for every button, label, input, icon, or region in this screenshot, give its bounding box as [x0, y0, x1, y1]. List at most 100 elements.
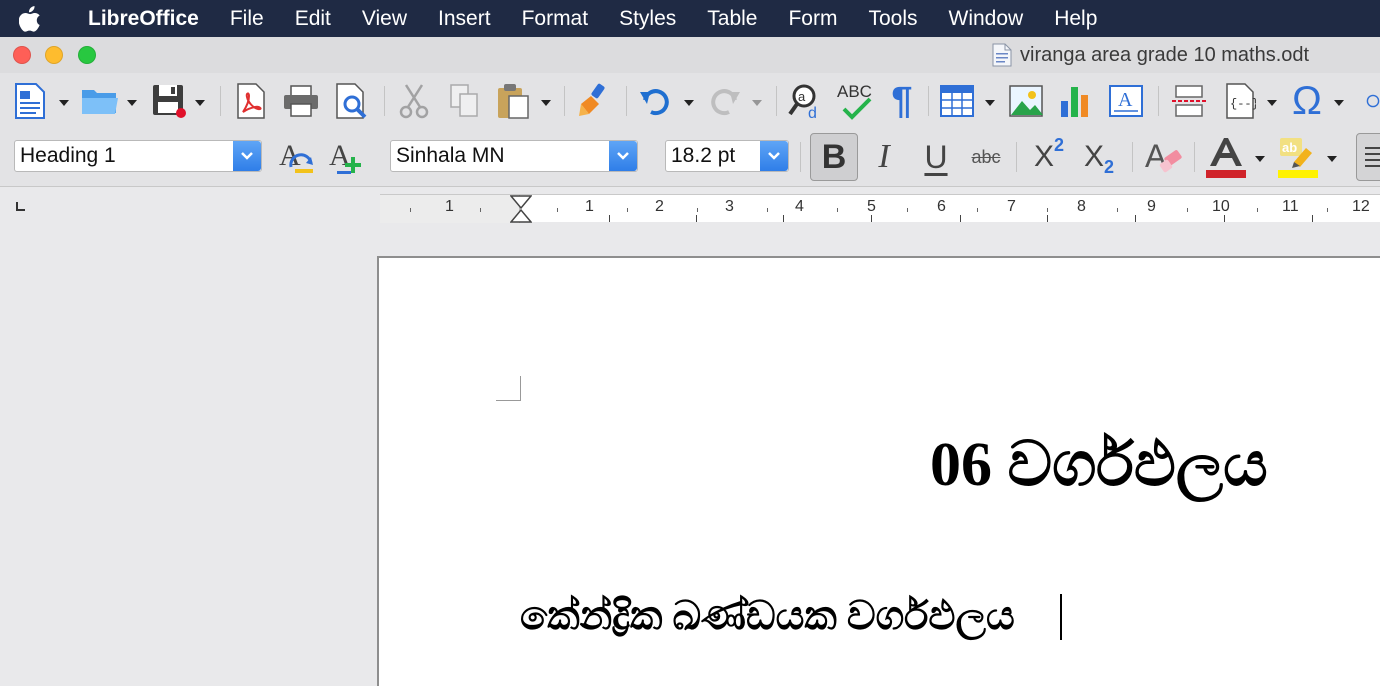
formatting-marks-icon[interactable]: ¶: [886, 79, 918, 123]
ruler-label: 1: [445, 198, 454, 215]
paragraph-style-combo[interactable]: Heading 1: [14, 140, 262, 172]
highlight-dropdown-icon[interactable]: [1327, 156, 1337, 162]
menu-tools[interactable]: Tools: [868, 7, 917, 31]
window-titlebar: viranga area grade 10 maths.odt: [0, 37, 1380, 73]
print-preview-icon[interactable]: [333, 79, 371, 123]
document-subheading[interactable]: කේන්ද්‍රික ඛණ්ඩයක වර්ගඵලය: [520, 592, 1015, 639]
menu-format[interactable]: Format: [522, 7, 589, 31]
menu-insert[interactable]: Insert: [438, 7, 491, 31]
strikethrough-button[interactable]: abc: [964, 133, 1008, 181]
new-dropdown-icon[interactable]: [59, 100, 69, 106]
close-window-button[interactable]: [13, 46, 31, 64]
ruler-label: 6: [937, 198, 946, 215]
text-cursor: [1060, 594, 1062, 640]
ruler-label: 10: [1212, 198, 1230, 215]
ruler-label: 9: [1147, 198, 1156, 215]
document-title: viranga area grade 10 maths.odt: [992, 43, 1309, 67]
undo-icon[interactable]: [638, 79, 674, 123]
special-character-icon[interactable]: Ω: [1288, 79, 1326, 123]
superscript-button[interactable]: X2: [1028, 133, 1070, 181]
find-replace-icon[interactable]: da: [788, 79, 826, 123]
insert-textbox-icon[interactable]: A: [1107, 79, 1145, 123]
paste-icon[interactable]: [495, 79, 531, 123]
document-file-icon: [992, 43, 1012, 67]
font-color-icon[interactable]: [1203, 133, 1249, 181]
svg-text:d: d: [808, 105, 817, 120]
paste-dropdown-icon[interactable]: [541, 100, 551, 106]
copy-icon[interactable]: [446, 79, 482, 123]
chevron-down-icon[interactable]: [760, 141, 788, 171]
standard-toolbar: da ABC ¶ A {--} Ω: [0, 73, 1380, 129]
font-name-combo[interactable]: Sinhala MN: [390, 140, 638, 172]
menu-form[interactable]: Form: [788, 7, 837, 31]
new-document-icon[interactable]: [12, 79, 48, 123]
print-icon[interactable]: [282, 79, 320, 123]
open-dropdown-icon[interactable]: [127, 100, 137, 106]
apple-menu-icon[interactable]: [0, 5, 60, 32]
clone-formatting-icon[interactable]: [575, 79, 611, 123]
redo-icon[interactable]: [706, 79, 742, 123]
zoom-window-button[interactable]: [78, 46, 96, 64]
bold-button[interactable]: B: [810, 133, 858, 181]
font-size-combo[interactable]: 18.2 pt: [665, 140, 789, 172]
ruler-label: 1: [585, 198, 594, 215]
highlight-color-icon[interactable]: ab: [1275, 133, 1321, 181]
new-style-icon[interactable]: A: [326, 133, 368, 181]
special-char-dropdown-icon[interactable]: [1334, 100, 1344, 106]
tab-stop-type-icon[interactable]: [16, 202, 25, 211]
underline-button[interactable]: U: [914, 133, 958, 181]
subscript-base: X: [1083, 140, 1104, 173]
font-size-value: 18.2 pt: [671, 144, 736, 167]
field-dropdown-icon[interactable]: [1267, 100, 1277, 106]
subscript-button[interactable]: X2: [1078, 133, 1120, 181]
superscript-base: X: [1033, 140, 1054, 173]
align-left-button[interactable]: [1356, 133, 1380, 181]
chevron-down-icon[interactable]: [609, 141, 637, 171]
macos-menubar: LibreOffice File Edit View Insert Format…: [0, 0, 1380, 37]
spelling-icon[interactable]: ABC: [836, 79, 880, 123]
save-icon[interactable]: [150, 79, 188, 123]
menu-view[interactable]: View: [362, 7, 407, 31]
insert-image-icon[interactable]: [1007, 79, 1045, 123]
ruler-label: 8: [1077, 198, 1086, 215]
minimize-window-button[interactable]: [45, 46, 63, 64]
cut-icon[interactable]: [396, 79, 432, 123]
menu-window[interactable]: Window: [949, 7, 1024, 31]
ruler-label: 4: [795, 198, 804, 215]
insert-chart-icon[interactable]: [1057, 79, 1093, 123]
ruler-label: 5: [867, 198, 876, 215]
svg-text:a: a: [798, 89, 806, 104]
open-folder-icon[interactable]: [80, 79, 120, 123]
chevron-down-icon[interactable]: [233, 141, 261, 171]
update-style-icon[interactable]: A: [276, 133, 318, 181]
horizontal-ruler[interactable]: 1 1 2 3 4 5 6 7 8 9 10 11 12: [380, 194, 1380, 223]
redo-dropdown-icon[interactable]: [752, 100, 762, 106]
indent-marker-icon[interactable]: [509, 195, 533, 228]
ruler-label: 3: [725, 198, 734, 215]
menu-file[interactable]: File: [230, 7, 264, 31]
menu-table[interactable]: Table: [707, 7, 757, 31]
export-pdf-icon[interactable]: [233, 79, 269, 123]
ruler-label: 12: [1352, 198, 1370, 215]
italic-button[interactable]: I: [866, 133, 902, 181]
svg-text:ab: ab: [1282, 140, 1297, 155]
ruler-label: 7: [1007, 198, 1016, 215]
hyperlink-icon[interactable]: [1366, 79, 1380, 123]
page-break-icon[interactable]: [1170, 79, 1208, 123]
document-heading[interactable]: 06 වර්ගඵලය: [930, 430, 1268, 501]
table-dropdown-icon[interactable]: [985, 100, 995, 106]
insert-field-icon[interactable]: {--}: [1222, 79, 1258, 123]
menu-styles[interactable]: Styles: [619, 7, 676, 31]
undo-dropdown-icon[interactable]: [684, 100, 694, 106]
font-color-dropdown-icon[interactable]: [1255, 156, 1265, 162]
menu-edit[interactable]: Edit: [295, 7, 331, 31]
save-dropdown-icon[interactable]: [195, 100, 205, 106]
svg-text:ABC: ABC: [837, 82, 872, 101]
ruler-area: 1 1 2 3 4 5 6 7 8 9 10 11 12: [0, 188, 1380, 228]
insert-table-icon[interactable]: [938, 79, 976, 123]
app-name-menu[interactable]: LibreOffice: [88, 7, 199, 31]
superscript-exponent: 2: [1054, 134, 1065, 155]
menu-help[interactable]: Help: [1054, 7, 1097, 31]
clear-formatting-icon[interactable]: A: [1142, 133, 1186, 181]
svg-text:{--}: {--}: [1230, 97, 1256, 111]
